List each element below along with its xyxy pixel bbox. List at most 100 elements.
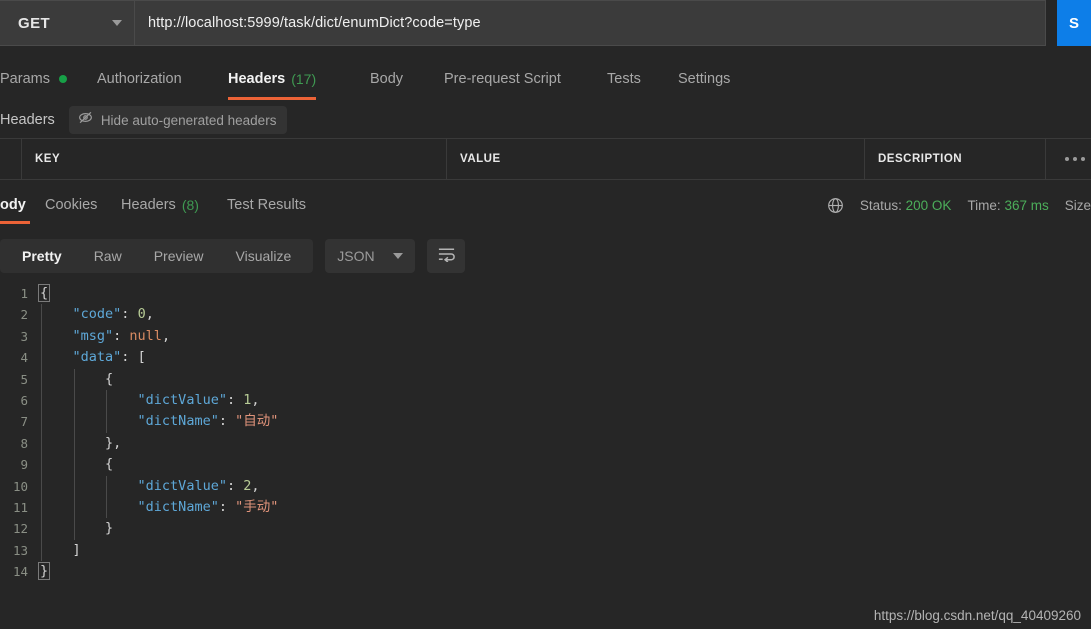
json-token-brace: ] (72, 541, 81, 558)
request-tab-params[interactable]: Params (0, 58, 67, 100)
tab-label: ody (0, 197, 26, 213)
json-token-punct: , (161, 327, 171, 344)
response-tab-bar: ody Cookies Headers (8) Test Results Status:… (0, 186, 1091, 224)
tab-label: Pre-request Script (444, 71, 561, 87)
request-url-input[interactable]: http://localhost:5999/task/dict/enumDict… (135, 0, 1046, 46)
response-tab-ody[interactable]: ody (0, 186, 30, 224)
http-method-select[interactable]: GET (0, 0, 135, 46)
response-body-code-viewer[interactable]: 1{2 "code": 0, 3 "msg": null, 4 "data": [5… (0, 283, 1091, 629)
request-tab-bar: Params Authorization Headers (17) Body Pre-re… (0, 58, 1091, 100)
active-tab-underline (228, 97, 317, 100)
tab-count-badge: (17) (291, 71, 317, 87)
format-tab-pretty[interactable]: Pretty (6, 239, 78, 273)
format-tab-preview[interactable]: Preview (138, 239, 220, 273)
request-tab-authorization[interactable]: Authorization (97, 58, 182, 100)
json-token-brace: { (105, 456, 114, 473)
code-line-text: }, (40, 433, 121, 454)
code-line: 5 { (0, 369, 1091, 390)
code-line: 7 "dictName": "自动" (0, 411, 1091, 432)
code-line-text: "dictName": "手动" (40, 497, 279, 518)
code-line: 3 "msg": null, (0, 326, 1091, 347)
json-token-key: "data" (72, 349, 122, 366)
json-token-punct: , (251, 477, 260, 494)
code-line-text: "dictValue": 1, (40, 390, 260, 411)
request-tab-headers[interactable]: Headers (17) (228, 58, 317, 100)
headers-column-key: KEY (22, 139, 447, 179)
time-label: Time: (967, 197, 1001, 213)
format-tab-visualize[interactable]: Visualize (220, 239, 308, 273)
code-line-text: "msg": null, (40, 326, 171, 347)
code-line: 10 "dictValue": 2, (0, 476, 1091, 497)
response-language-select[interactable]: JSON (325, 239, 416, 273)
response-format-tabs: Pretty Raw Preview Visualize (0, 239, 314, 273)
code-line: 14} (0, 561, 1091, 582)
line-number: 3 (20, 328, 28, 344)
tab-count-badge: (8) (181, 197, 199, 213)
code-line-text: "data": [ (40, 347, 146, 368)
request-tab-settings[interactable]: Settings (678, 58, 730, 100)
tab-label: Body (370, 71, 404, 87)
json-token-key: "dictName" (137, 498, 219, 515)
json-token-punct: : (226, 477, 244, 494)
tab-label: Headers (121, 197, 176, 213)
response-tab-test-results[interactable]: Test Results (227, 186, 306, 224)
format-tab-raw[interactable]: Raw (78, 239, 138, 273)
request-url-bar: GET http://localhost:5999/task/dict/enum… (0, 0, 1091, 46)
line-number: 9 (20, 457, 28, 473)
tab-label: Cookies (45, 197, 98, 213)
code-line: 12 } (0, 518, 1091, 539)
hide-auto-generated-headers-button[interactable]: Hide auto-generated headers (68, 106, 288, 134)
json-token-brace: [ (137, 349, 146, 366)
word-wrap-button[interactable] (427, 239, 466, 273)
json-token-punct: , (113, 434, 122, 451)
size-label: Size (1064, 197, 1091, 213)
json-token-key: "dictValue" (137, 477, 227, 494)
status-label: Status: (859, 197, 902, 213)
json-token-key: "dictValue" (137, 391, 227, 408)
active-tab-underline (0, 221, 30, 224)
json-token-str: "自动" (235, 413, 279, 430)
json-token-brace: { (105, 370, 114, 387)
line-number: 2 (20, 307, 28, 323)
code-line: 4 "data": [ (0, 347, 1091, 368)
headers-table-checkbox-column (0, 139, 22, 179)
code-line: 13 ] (0, 540, 1091, 561)
tab-label: Authorization (97, 71, 182, 87)
response-status-group: Status: 200 OK Time: 367 ms Size (827, 186, 1091, 224)
line-number: 6 (20, 392, 28, 408)
request-tab-body[interactable]: Body (370, 58, 403, 100)
status-badge: Status: 200 OK (860, 198, 952, 213)
code-line-text: "dictValue": 2, (40, 476, 260, 497)
word-wrap-icon (437, 246, 456, 267)
code-line: 8 }, (0, 433, 1091, 454)
json-token-punct: , (145, 306, 154, 323)
response-tabs: ody Cookies Headers (8) Test Results (0, 186, 400, 224)
send-button[interactable]: S (1057, 0, 1091, 46)
response-tab-headers[interactable]: Headers (8) (121, 186, 199, 224)
code-line-text: { (40, 454, 113, 475)
time-badge: Time: 367 ms (967, 198, 1048, 213)
code-line: 9 { (0, 454, 1091, 475)
chevron-down-icon (112, 20, 122, 26)
json-token-null: null (129, 327, 162, 344)
json-token-str: "手动" (235, 498, 279, 515)
json-token-punct: : (226, 391, 244, 408)
http-method-label: GET (18, 14, 51, 32)
line-number: 13 (12, 542, 28, 558)
request-tab-pre-request-script[interactable]: Pre-request Script (444, 58, 561, 100)
headers-table-options-button[interactable] (1046, 139, 1091, 179)
line-number: 8 (20, 435, 28, 451)
json-token-brace: } (105, 434, 114, 451)
tab-label: Tests (607, 71, 641, 87)
response-language-label: JSON (337, 248, 375, 264)
line-number: 1 (20, 286, 28, 301)
headers-column-value: VALUE (447, 139, 865, 179)
code-line-text: ] (40, 540, 81, 561)
line-number: 12 (12, 521, 28, 537)
json-token-brace-match: { (37, 284, 51, 302)
request-tab-tests[interactable]: Tests (607, 58, 641, 100)
json-token-punct: : (121, 349, 138, 366)
response-tab-cookies[interactable]: Cookies (45, 186, 97, 224)
code-line: 11 "dictName": "手动" (0, 497, 1091, 518)
code-line: 1{ (0, 283, 1091, 304)
